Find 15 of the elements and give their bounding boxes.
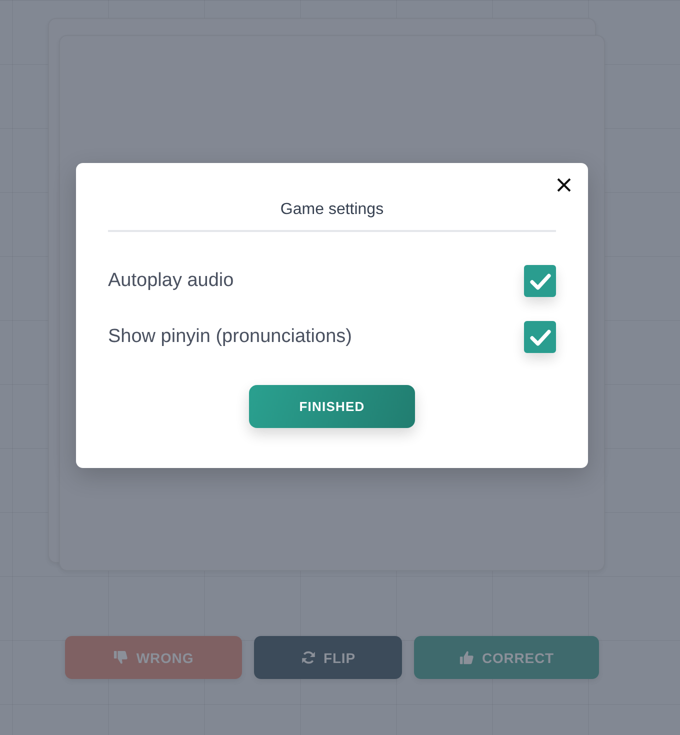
checkbox[interactable]: [524, 265, 556, 297]
answer-button[interactable]: FLIP: [254, 636, 402, 679]
thumbs-down-icon: [113, 650, 128, 665]
setting-label: Show pinyin (pronunciations): [108, 326, 352, 348]
close-icon: [557, 178, 571, 192]
answer-button[interactable]: CORRECT: [414, 636, 599, 679]
close-button[interactable]: [557, 178, 571, 192]
thumbs-up-icon: [458, 650, 474, 665]
checkbox[interactable]: [524, 321, 556, 353]
finished-button[interactable]: FINISHED: [249, 385, 415, 428]
checkmark-icon: [530, 272, 550, 290]
dialog-title: Game settings: [279, 200, 385, 220]
sync-icon: [300, 650, 316, 665]
setting-label: Autoplay audio: [108, 270, 234, 292]
checkmark-icon: [530, 328, 550, 346]
